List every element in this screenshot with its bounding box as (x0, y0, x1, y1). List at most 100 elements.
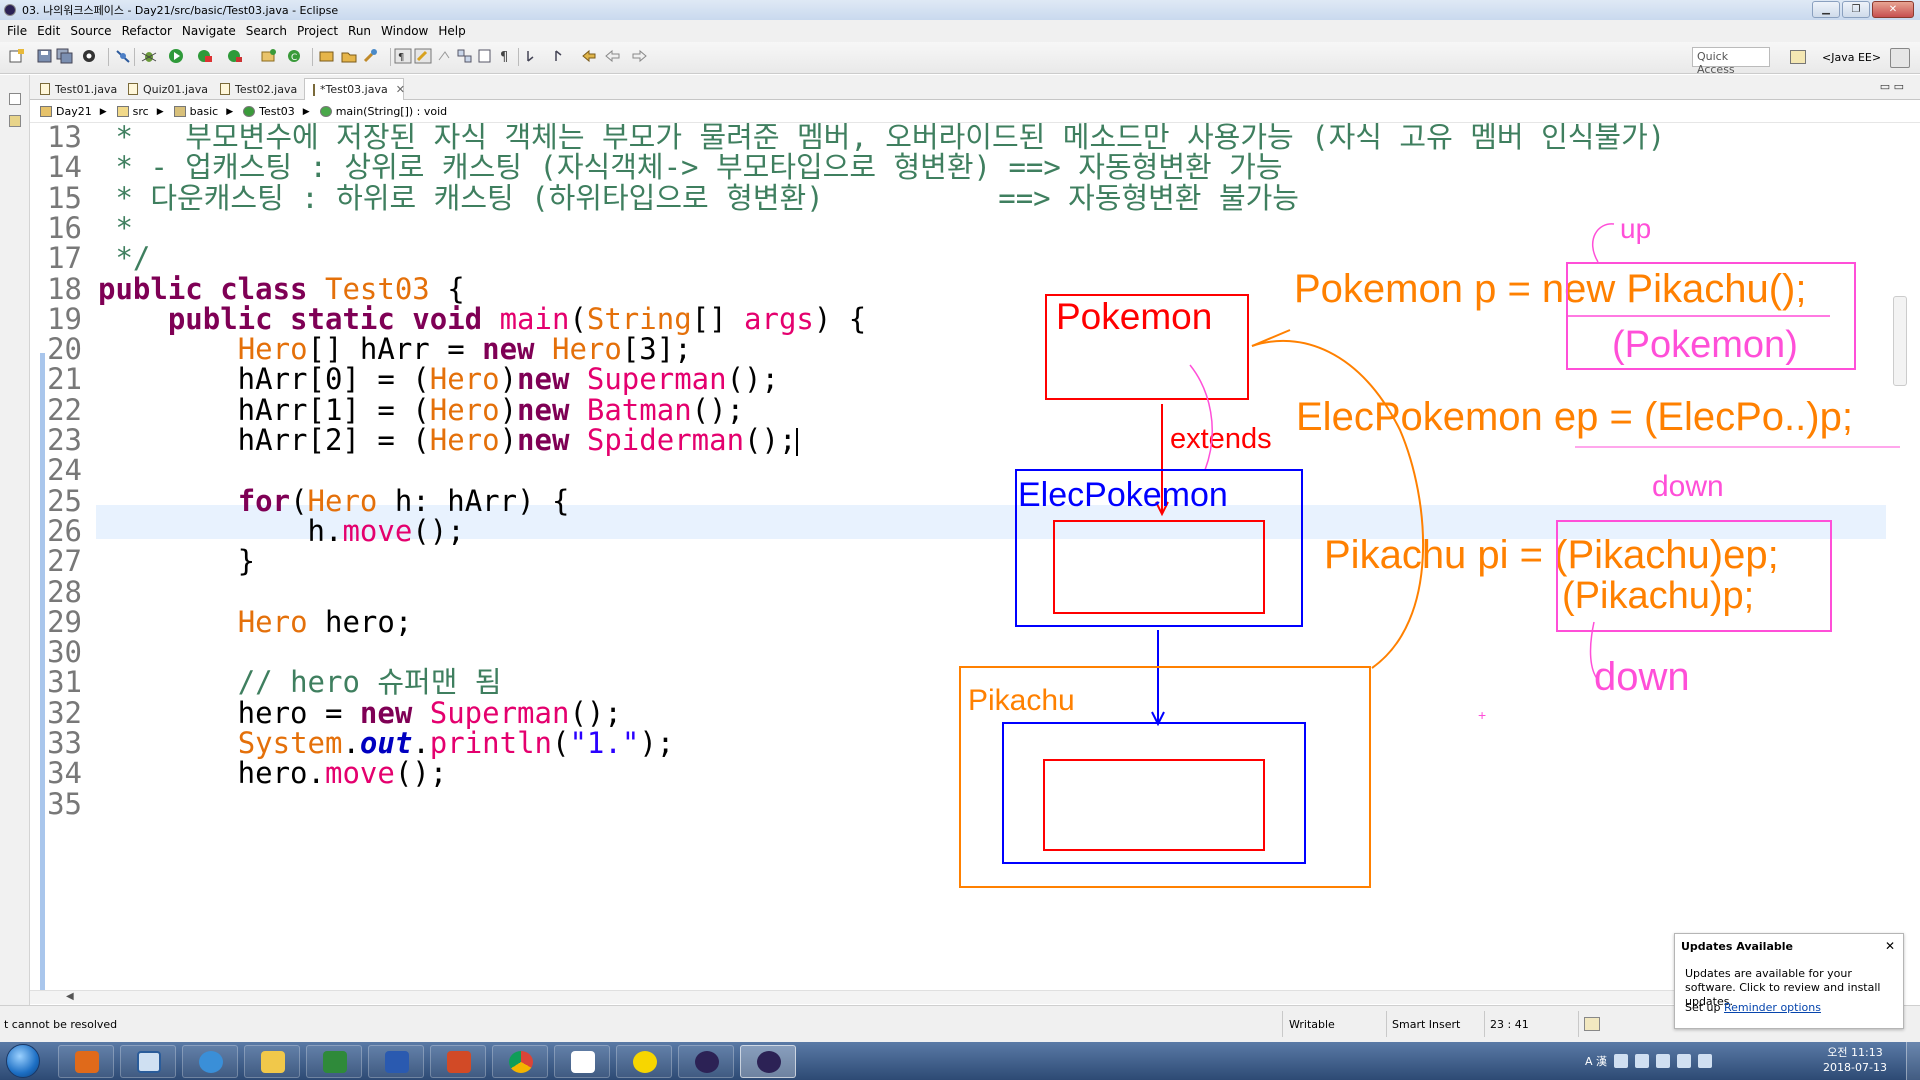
clock-time: 오전 11:13 (1827, 1046, 1883, 1059)
show-whitespace-icon[interactable] (456, 48, 474, 64)
menu-window[interactable]: Window (376, 24, 433, 38)
tray-expand-icon[interactable] (1635, 1054, 1650, 1068)
tab-test02[interactable]: Test02.java (212, 78, 304, 100)
restore-button[interactable]: ❐ (1842, 1, 1870, 18)
cursor-position: 23 : 41 (1490, 1018, 1529, 1031)
run-coverage-icon[interactable] (196, 48, 214, 64)
class-icon (243, 106, 256, 117)
breadcrumb-label: Test03 (259, 105, 295, 118)
taskbar-hangouts[interactable] (554, 1045, 610, 1078)
chevron-right-icon: ▶ (226, 106, 234, 117)
start-button[interactable] (6, 1044, 40, 1078)
save-all-icon[interactable] (56, 48, 74, 64)
mark-occurrences-icon[interactable] (414, 48, 432, 64)
tab-quiz01[interactable]: Quiz01.java (120, 78, 212, 100)
breadcrumb-basic[interactable]: basic ▶ (173, 105, 234, 118)
menu-run[interactable]: Run (343, 24, 376, 38)
taskbar-excel[interactable] (306, 1045, 362, 1078)
breadcrumb-test03[interactable]: Test03 ▶ (243, 105, 310, 118)
package-icon (173, 106, 186, 117)
tab-test01[interactable]: Test01.java (32, 78, 120, 100)
taskbar-eclipse[interactable] (678, 1045, 734, 1078)
pilcrow-icon[interactable]: ¶ (496, 48, 514, 64)
forward-icon[interactable] (630, 48, 648, 64)
code-line[interactable]: 35 (30, 786, 1886, 823)
close-tab-icon[interactable]: ✕ (396, 83, 405, 96)
taskbar-word[interactable] (368, 1045, 424, 1078)
restore-view-icon[interactable] (9, 93, 21, 105)
block-selection-icon[interactable] (436, 48, 454, 64)
next-annotation-icon[interactable] (524, 48, 542, 64)
scroll-left-icon[interactable]: ◀ (66, 991, 74, 1002)
menu-file[interactable]: File (2, 24, 32, 38)
editor-tab-bar: Test01.java Quiz01.java Test02.java *Tes… (30, 75, 1920, 100)
taskbar-magnifier[interactable] (120, 1045, 176, 1078)
taskbar-media-player[interactable] (58, 1045, 114, 1078)
chevron-right-icon: ▶ (99, 106, 107, 117)
ime-indicator[interactable]: A 漢 (1585, 1053, 1607, 1069)
show-desktop-button[interactable] (1906, 1042, 1920, 1080)
code-editor[interactable]: 13 * 부모변수에 저장된 자식 객체는 부모가 물려준 멤버, 오버라이드된… (30, 123, 1886, 1000)
breadcrumb-day21[interactable]: Day21 ▶ (40, 105, 107, 118)
word-wrap-icon[interactable] (476, 48, 494, 64)
open-type-icon[interactable] (318, 48, 336, 64)
new-icon[interactable] (8, 48, 26, 64)
save-icon[interactable] (36, 48, 54, 64)
insert-mode-status: Smart Insert (1392, 1018, 1461, 1031)
menu-help[interactable]: Help (433, 24, 470, 38)
open-resource-icon[interactable] (340, 48, 358, 64)
new-class-icon[interactable]: C (286, 48, 304, 64)
perspective-java-ee[interactable]: <Java EE> (1822, 51, 1881, 64)
taskbar-kakaotalk[interactable] (616, 1045, 672, 1078)
action-center-icon[interactable] (1677, 1054, 1692, 1068)
vertical-scrollbar-thumb[interactable] (1893, 296, 1907, 386)
chevron-right-icon: ▶ (302, 106, 310, 117)
taskbar-internet-explorer[interactable] (182, 1045, 238, 1078)
previous-annotation-icon[interactable] (552, 48, 570, 64)
java-file-icon (128, 83, 138, 95)
package-explorer-icon[interactable] (9, 115, 21, 127)
menu-edit[interactable]: Edit (32, 24, 65, 38)
main-toolbar: C ¶ ¶ (0, 42, 1920, 74)
horizontal-scrollbar[interactable] (30, 990, 1886, 1004)
external-tools-icon[interactable] (226, 48, 244, 64)
search-icon[interactable] (362, 48, 380, 64)
close-icon[interactable]: ✕ (1885, 939, 1895, 953)
tab-test03[interactable]: *Test03.java ✕ (304, 78, 405, 100)
back-icon[interactable] (604, 48, 622, 64)
taskbar-eclipse-active[interactable] (740, 1045, 796, 1078)
taskbar-chrome[interactable] (492, 1045, 548, 1078)
perspective-java-icon[interactable] (1890, 48, 1910, 68)
last-edit-location-icon[interactable] (580, 48, 598, 64)
close-button[interactable]: ✕ (1872, 1, 1914, 18)
quick-access-input[interactable]: Quick Access (1692, 47, 1770, 76)
vertical-scrollbar[interactable] (1886, 123, 1920, 1000)
breadcrumb-src[interactable]: src ▶ (116, 105, 164, 118)
open-perspective-icon[interactable] (1790, 50, 1806, 64)
breadcrumb-main-method[interactable]: main(String[]) : void (319, 105, 447, 118)
volume-icon[interactable] (1698, 1054, 1713, 1068)
toggle-annotation-icon[interactable]: ¶ (394, 48, 412, 64)
network-icon[interactable] (1656, 1054, 1671, 1068)
editor-minmax-controls[interactable]: ▭ ▭ (1880, 80, 1904, 93)
minimize-button[interactable]: ▁ (1812, 1, 1840, 18)
menu-refactor[interactable]: Refactor (117, 24, 177, 38)
progress-icon[interactable] (1584, 1017, 1600, 1031)
menu-source[interactable]: Source (65, 24, 116, 38)
reminder-options-link[interactable]: Reminder options (1724, 1001, 1821, 1014)
taskbar-powerpoint[interactable] (430, 1045, 486, 1078)
updates-notification[interactable]: Updates Available ✕ Updates are availabl… (1674, 933, 1904, 1029)
taskbar-file-explorer[interactable] (244, 1045, 300, 1078)
debug-config-icon[interactable] (80, 48, 98, 64)
skip-breakpoints-icon[interactable] (114, 48, 132, 64)
run-icon[interactable] (168, 48, 186, 64)
menu-search[interactable]: Search (241, 24, 292, 38)
new-java-project-icon[interactable] (260, 48, 278, 64)
java-file-icon (220, 83, 230, 95)
menu-project[interactable]: Project (292, 24, 343, 38)
clock[interactable]: 오전 11:13 2018-07-13 (1820, 1045, 1890, 1075)
menu-navigate[interactable]: Navigate (177, 24, 241, 38)
debug-icon[interactable] (140, 48, 158, 64)
help-icon[interactable] (1614, 1054, 1629, 1068)
java-file-icon (313, 83, 315, 96)
